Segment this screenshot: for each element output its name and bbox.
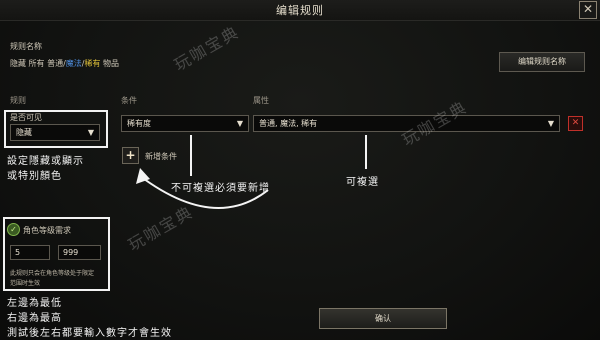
level-requirement-label: 角色等级需求 — [23, 226, 71, 235]
annotation-level-line1: 左邊為最低 — [7, 298, 62, 309]
checkmark-icon[interactable]: ✓ — [7, 223, 20, 236]
level-max-input[interactable]: 999 — [58, 245, 101, 260]
annotation-level-line3: 測試後左右都要輸入數字才會生效 — [7, 328, 172, 339]
annotation-condition: 不可複選必須要新增 — [171, 183, 270, 194]
edit-rule-dialog: 编辑规则 ✕ 规则名称 隐藏 所有 普通/魔法/稀有 物品 编辑规则名称 规则 … — [0, 0, 600, 340]
level-note-line2: 范围时生效 — [10, 280, 41, 287]
annotation-level-line2: 右邊為最高 — [7, 313, 62, 324]
level-min-input[interactable]: 5 — [10, 245, 50, 260]
annotation-attribute: 可複選 — [346, 177, 379, 188]
level-note-line1: 此规则只会在角色等级处于限定 — [10, 270, 95, 277]
confirm-button[interactable]: 确认 — [319, 308, 447, 329]
